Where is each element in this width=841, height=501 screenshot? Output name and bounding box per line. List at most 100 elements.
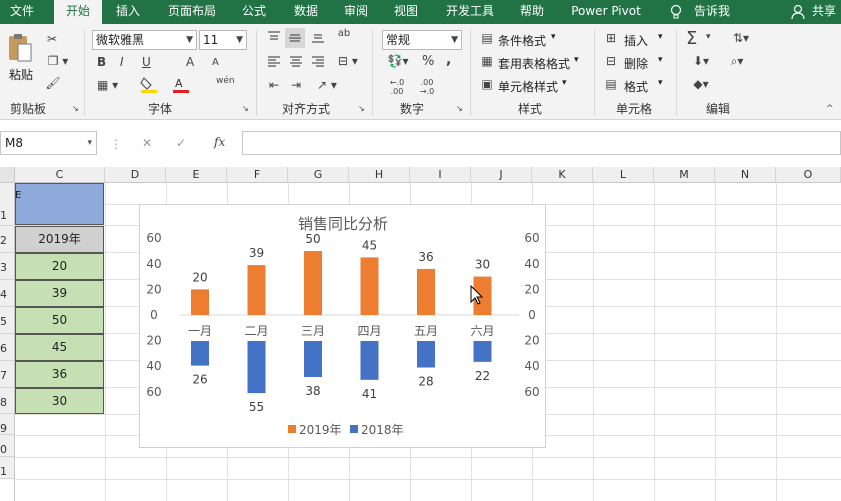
alignment-launcher-icon[interactable]: ↘: [358, 104, 365, 113]
column-header-l[interactable]: L: [593, 167, 654, 183]
align-left-icon[interactable]: [266, 54, 282, 70]
tab-review[interactable]: 审阅: [338, 0, 374, 24]
formula-input[interactable]: [242, 131, 841, 155]
row-header[interactable]: 9: [0, 414, 14, 435]
fill-color-icon[interactable]: [140, 76, 162, 94]
font-name-combo[interactable]: 微软雅黑 ▼: [92, 30, 197, 50]
percent-button[interactable]: %: [422, 54, 434, 69]
shrink-font-button[interactable]: A: [212, 57, 219, 68]
column-header-o[interactable]: O: [776, 167, 841, 183]
bold-button[interactable]: B: [97, 55, 106, 69]
increase-indent-icon[interactable]: ⇥: [288, 78, 304, 92]
paste-icon[interactable]: [6, 32, 34, 64]
comma-button[interactable]: ,: [446, 52, 451, 68]
table-header-cell[interactable]: 2019年: [15, 226, 104, 253]
row-header[interactable]: 8: [0, 388, 14, 414]
font-color-icon[interactable]: A: [172, 76, 194, 94]
number-launcher-icon[interactable]: ↘: [456, 104, 463, 113]
tab-home[interactable]: 开始: [54, 0, 102, 24]
column-header-h[interactable]: H: [349, 167, 410, 183]
column-header-c[interactable]: C: [15, 167, 105, 183]
tab-formulas[interactable]: 公式: [234, 0, 274, 24]
cell-c1[interactable]: [15, 183, 104, 225]
tab-insert[interactable]: 插入: [108, 0, 148, 24]
insert-function-icon[interactable]: fx: [214, 135, 225, 149]
align-center-icon[interactable]: [288, 54, 304, 70]
name-box[interactable]: M8 ▾: [0, 131, 97, 155]
align-right-icon[interactable]: [310, 54, 326, 70]
tab-file[interactable]: 文件: [0, 0, 44, 24]
tell-me-search[interactable]: 告诉我: [690, 0, 734, 24]
table-cell[interactable]: 45: [15, 334, 104, 361]
underline-button[interactable]: U: [142, 55, 151, 69]
column-header-j[interactable]: J: [471, 167, 532, 183]
sort-filter-icon[interactable]: ⇅▾: [728, 31, 754, 45]
phonetic-button[interactable]: wén: [216, 76, 235, 86]
share-button[interactable]: 共享: [808, 0, 840, 24]
merge-center-icon[interactable]: ⊟ ▾: [334, 54, 362, 68]
row-header[interactable]: 2: [0, 226, 14, 253]
increase-decimal-button[interactable]: ←.0 .00: [384, 78, 410, 96]
clipboard-launcher-icon[interactable]: ↘: [72, 104, 79, 113]
row-header[interactable]: 0: [0, 435, 14, 457]
find-select-icon[interactable]: ⌕▾: [724, 54, 750, 69]
format-painter-icon[interactable]: 🖌: [44, 76, 62, 90]
tab-page-layout[interactable]: 页面布局: [160, 0, 224, 24]
clear-icon[interactable]: ◆▾: [688, 77, 714, 91]
column-header-e[interactable]: E: [166, 167, 227, 183]
cancel-icon[interactable]: ✕: [142, 136, 152, 150]
delete-cells-button[interactable]: 删除: [624, 55, 648, 72]
row-header[interactable]: 6: [0, 334, 14, 361]
wrap-text-icon[interactable]: ab: [336, 28, 352, 48]
decrease-decimal-button[interactable]: .00 →.0: [414, 78, 440, 96]
orientation-icon[interactable]: ↗ ▾: [312, 78, 342, 92]
column-header-i[interactable]: I: [410, 167, 471, 183]
border-icon[interactable]: ▦ ▾: [97, 78, 118, 92]
column-header-k[interactable]: K: [532, 167, 593, 183]
column-header-f[interactable]: F: [227, 167, 288, 183]
table-cell[interactable]: 39: [15, 280, 104, 307]
column-header-n[interactable]: N: [715, 167, 776, 183]
align-bottom-icon[interactable]: [310, 30, 326, 46]
cut-icon[interactable]: ✂: [44, 32, 60, 46]
table-cell[interactable]: 36: [15, 361, 104, 388]
row-header[interactable]: 3: [0, 253, 14, 280]
currency-format-icon[interactable]: 💱▾: [384, 54, 412, 68]
table-cell[interactable]: 20: [15, 253, 104, 280]
fill-icon[interactable]: ⬇▾: [688, 54, 714, 68]
enter-icon[interactable]: ✓: [176, 136, 186, 150]
cell-styles-button[interactable]: 单元格样式: [498, 78, 558, 95]
autosum-button[interactable]: Σ: [686, 28, 697, 49]
sales-comparison-chart[interactable]: 销售同比分析 60 60 40 40 20 20 0 0 20 20 40 40 60 60 20 26 一月 3…: [139, 204, 546, 448]
tab-data[interactable]: 数据: [286, 0, 326, 24]
copy-icon[interactable]: ❐ ▾: [44, 54, 72, 68]
select-all-corner[interactable]: [0, 167, 15, 183]
tab-power-pivot[interactable]: Power Pivot: [568, 0, 644, 24]
tab-developer[interactable]: 开发工具: [438, 0, 502, 24]
column-header-g[interactable]: G: [288, 167, 349, 183]
column-header-d[interactable]: D: [105, 167, 166, 183]
format-cells-button[interactable]: 格式: [624, 78, 648, 95]
table-cell[interactable]: 50: [15, 307, 104, 334]
table-cell[interactable]: 30: [15, 388, 104, 414]
format-as-table-button[interactable]: 套用表格格式: [498, 55, 570, 72]
row-header[interactable]: 1: [0, 457, 14, 479]
row-header[interactable]: 7: [0, 361, 14, 388]
italic-button[interactable]: I: [120, 55, 124, 69]
font-launcher-icon[interactable]: ↘: [242, 104, 249, 113]
align-top-icon[interactable]: [266, 30, 282, 46]
row-header[interactable]: 1: [0, 183, 14, 226]
insert-cells-button[interactable]: 插入: [624, 32, 648, 49]
paste-button[interactable]: 粘贴: [9, 66, 33, 83]
conditional-format-button[interactable]: 条件格式: [498, 32, 546, 49]
tab-help[interactable]: 帮助: [512, 0, 552, 24]
collapse-ribbon-icon[interactable]: ^: [826, 104, 834, 114]
tab-view[interactable]: 视图: [388, 0, 424, 24]
decrease-indent-icon[interactable]: ⇤: [266, 78, 282, 92]
align-middle-icon[interactable]: [285, 28, 305, 48]
row-header[interactable]: 5: [0, 307, 14, 334]
font-size-combo[interactable]: 11 ▼: [199, 30, 247, 50]
row-header[interactable]: 4: [0, 280, 14, 307]
grow-font-button[interactable]: A: [186, 55, 194, 69]
number-format-combo[interactable]: 常规 ▼: [382, 30, 462, 50]
